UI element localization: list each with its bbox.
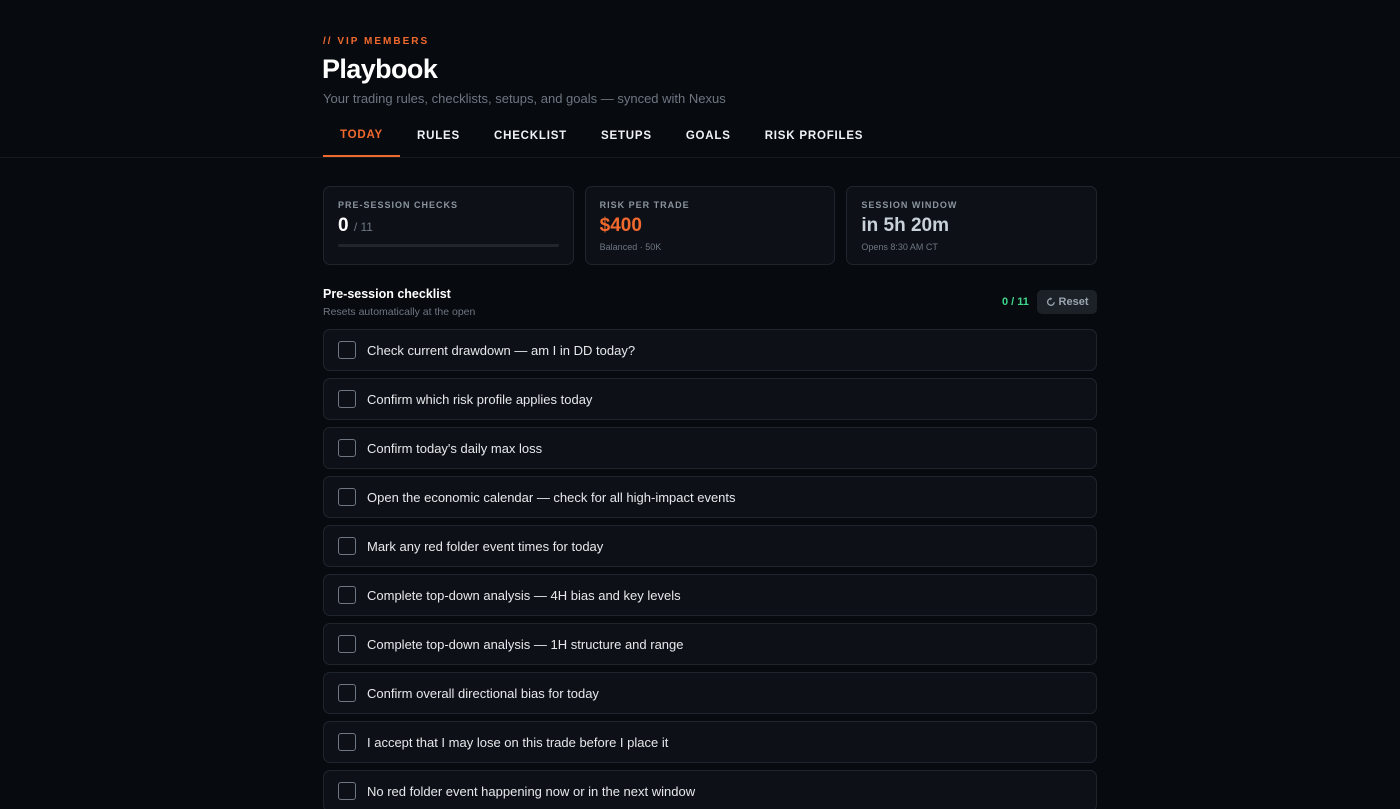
tab-checklist[interactable]: CHECKLIST	[477, 118, 584, 157]
checklist-item[interactable]: Confirm today's daily max loss	[323, 427, 1097, 469]
reset-button[interactable]: Reset	[1037, 290, 1097, 314]
checklist-item[interactable]: Complete top-down analysis — 4H bias and…	[323, 574, 1097, 616]
checks-total-value: / 11	[353, 220, 373, 234]
stat-value: 0 / 11	[338, 215, 559, 237]
checklist-item-label: Confirm today's daily max loss	[367, 440, 543, 456]
checklist-item-label: I accept that I may lose on this trade b…	[367, 734, 669, 750]
page-subtitle: Your trading rules, checklists, setups, …	[323, 91, 726, 106]
checklist-item[interactable]: Mark any red folder event times for toda…	[323, 525, 1097, 567]
stat-label: RISK PER TRADE	[599, 200, 690, 210]
checkbox[interactable]	[338, 733, 356, 751]
checklist-item-label: Open the economic calendar — check for a…	[367, 489, 736, 505]
checklist-item-label: Complete top-down analysis — 4H bias and…	[367, 587, 681, 603]
checkbox[interactable]	[338, 341, 356, 359]
tab-bar: TODAY RULES CHECKLIST SETUPS GOALS RISK …	[323, 118, 880, 158]
checklist-item[interactable]: Confirm which risk profile applies today	[323, 378, 1097, 420]
checkbox[interactable]	[338, 635, 356, 653]
tab-goals[interactable]: GOALS	[669, 118, 748, 157]
checkbox[interactable]	[338, 488, 356, 506]
reset-icon	[1046, 297, 1055, 306]
checklist: Check current drawdown — am I in DD toda…	[323, 329, 1097, 809]
checklist-item[interactable]: I accept that I may lose on this trade b…	[323, 721, 1097, 763]
checklist-item[interactable]: Check current drawdown — am I in DD toda…	[323, 329, 1097, 371]
tab-risk-profiles[interactable]: RISK PROFILES	[748, 118, 881, 157]
checklist-item-label: Complete top-down analysis — 1H structur…	[367, 636, 684, 652]
progress-bar	[338, 244, 559, 247]
checklist-subtitle: Resets automatically at the open	[323, 306, 476, 318]
checklist-item[interactable]: Open the economic calendar — check for a…	[323, 476, 1097, 518]
checkbox[interactable]	[338, 684, 356, 702]
checklist-item-label: Mark any red folder event times for toda…	[367, 538, 604, 554]
risk-per-trade-card: RISK PER TRADE $400 Balanced · 50K	[584, 186, 836, 265]
checklist-item-label: Confirm overall directional bias for tod…	[367, 685, 599, 701]
page-title: Playbook	[322, 54, 438, 84]
checkbox[interactable]	[338, 439, 356, 457]
risk-value: $400	[599, 215, 642, 236]
eyebrow-label: // VIP MEMBERS	[323, 36, 430, 47]
reset-label: Reset	[1058, 296, 1089, 308]
checks-done-value: 0	[338, 215, 349, 236]
checklist-title: Pre-session checklist	[323, 287, 451, 301]
session-open-time: Opens 8:30 AM CT	[861, 242, 938, 252]
checklist-item-label: No red folder event happening now or in …	[367, 783, 696, 799]
stat-label: PRE-SESSION CHECKS	[338, 200, 459, 210]
pre-session-checks-card: PRE-SESSION CHECKS 0 / 11	[323, 186, 574, 265]
checklist-item-label: Check current drawdown — am I in DD toda…	[367, 342, 636, 358]
session-window-card: SESSION WINDOW in 5h 20m Opens 8:30 AM C…	[846, 186, 1098, 265]
risk-profile-sub: Balanced · 50K	[599, 242, 662, 252]
stats-row: PRE-SESSION CHECKS 0 / 11 RISK PER TRADE…	[323, 186, 1098, 265]
checkbox[interactable]	[338, 782, 356, 800]
session-countdown: in 5h 20m	[861, 215, 949, 236]
checkbox[interactable]	[338, 586, 356, 604]
checklist-item[interactable]: No red folder event happening now or in …	[323, 770, 1097, 809]
page-header: // VIP MEMBERS Playbook Your trading rul…	[0, 0, 1400, 158]
stat-label: SESSION WINDOW	[861, 200, 958, 210]
tab-setups[interactable]: SETUPS	[584, 118, 669, 157]
checkbox[interactable]	[338, 537, 356, 555]
tab-today[interactable]: TODAY	[323, 118, 400, 157]
checklist-count: 0 / 11	[1002, 296, 1029, 308]
checklist-item[interactable]: Complete top-down analysis — 1H structur…	[323, 623, 1097, 665]
tab-rules[interactable]: RULES	[400, 118, 477, 157]
checklist-item-label: Confirm which risk profile applies today	[367, 391, 593, 407]
checklist-item[interactable]: Confirm overall directional bias for tod…	[323, 672, 1097, 714]
checkbox[interactable]	[338, 390, 356, 408]
